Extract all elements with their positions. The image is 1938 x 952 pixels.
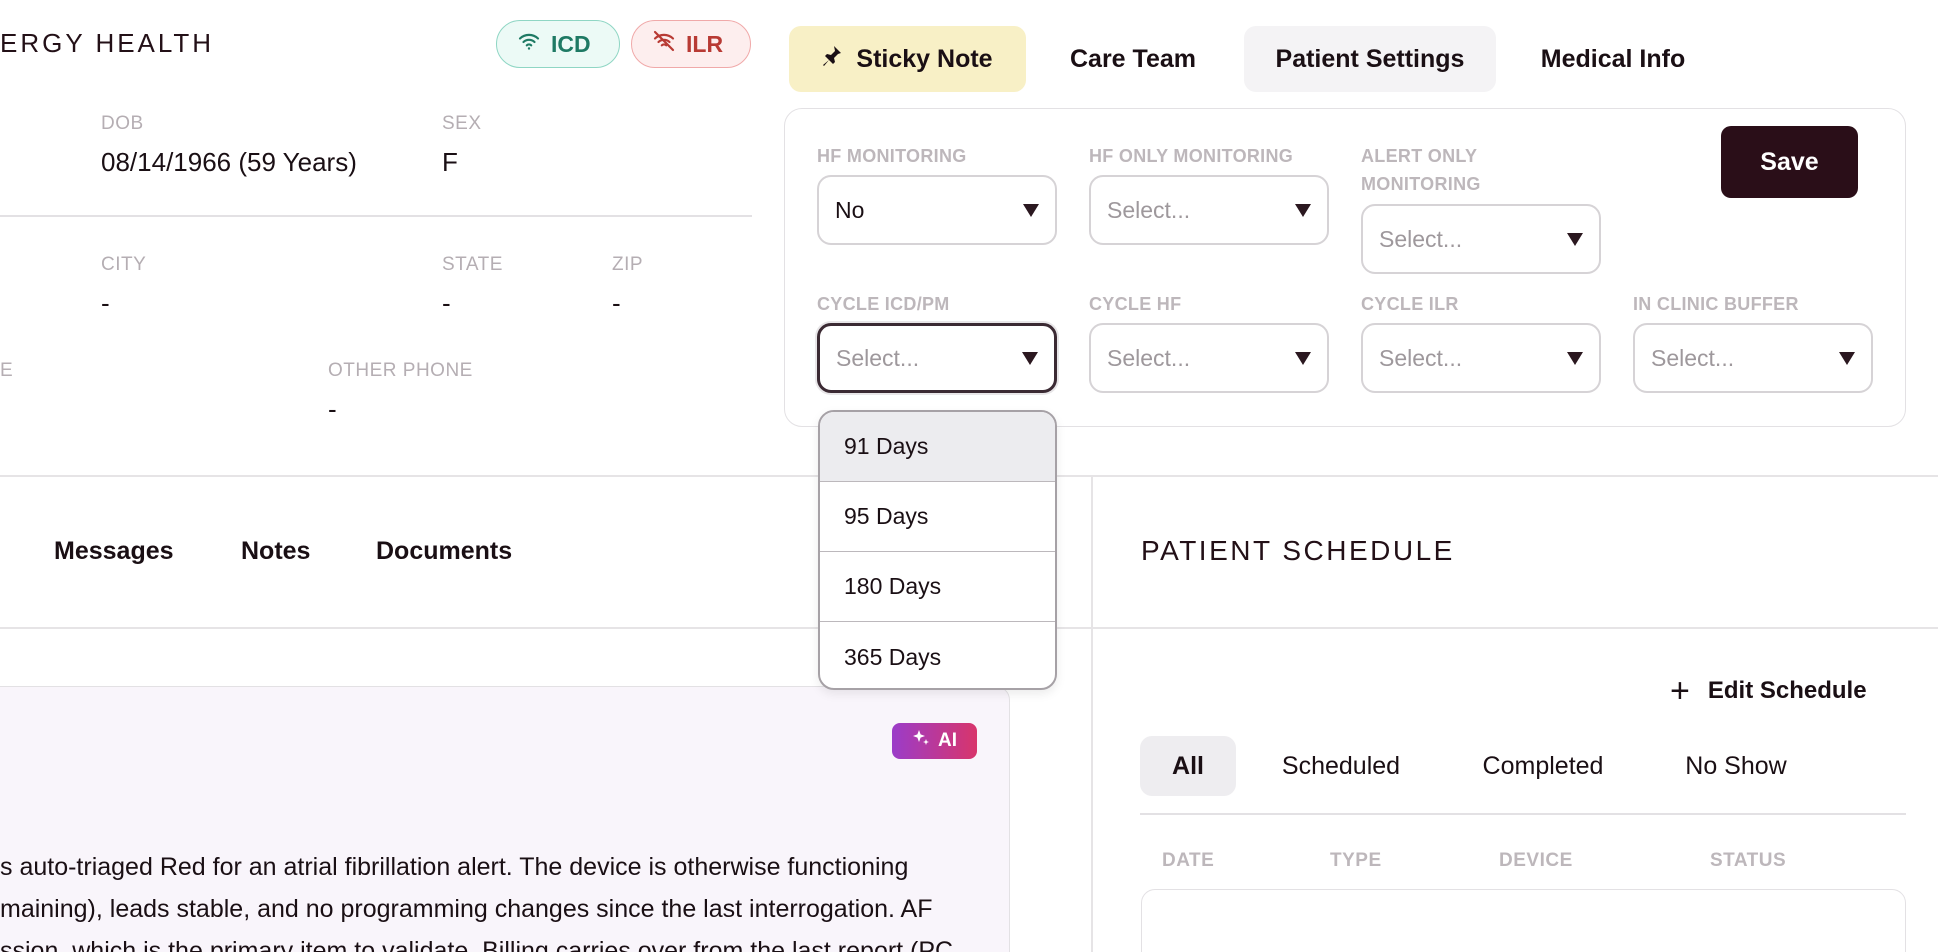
caret-down-icon [1295, 351, 1311, 365]
caret-down-icon [1023, 203, 1039, 217]
pin-icon [822, 45, 842, 74]
in-clinic-buffer-placeholder: Select... [1651, 344, 1735, 371]
alert-only-monitoring-label-line2: MONITORING [1361, 174, 1481, 194]
other-phone-value: - [328, 394, 337, 424]
column-divider [1091, 476, 1093, 952]
dropdown-option-180-days[interactable]: 180 Days [820, 552, 1055, 622]
in-clinic-buffer-label: IN CLINIC BUFFER [1633, 294, 1799, 314]
tab-documents[interactable]: Documents [376, 537, 512, 566]
cycle-ilr-placeholder: Select... [1379, 344, 1463, 371]
dob-value: 08/14/1966 (59 Years) [101, 147, 357, 177]
tab-notes[interactable]: Notes [241, 537, 310, 566]
schedule-table [1141, 889, 1906, 952]
zip-value: - [612, 288, 621, 318]
ai-summary-text: s auto-triaged Red for an atrial fibrill… [0, 846, 990, 952]
filter-scheduled[interactable]: Scheduled [1262, 736, 1420, 796]
column-header-status[interactable]: STATUS [1710, 850, 1786, 872]
summary-line: maining), leads stable, and no programmi… [0, 895, 933, 923]
patient-schedule-title: PATIENT SCHEDULE [1141, 535, 1455, 566]
column-header-type[interactable]: TYPE [1330, 850, 1382, 872]
hf-monitoring-select[interactable]: No [817, 175, 1057, 245]
cycle-icd-pm-dropdown: 91 Days 95 Days 180 Days 365 Days [818, 410, 1057, 690]
demographics-divider [0, 215, 752, 217]
cycle-hf-label: CYCLE HF [1089, 294, 1182, 314]
city-label: CITY [101, 254, 147, 275]
tab-sticky-note[interactable]: Sticky Note [789, 26, 1026, 92]
cycle-icd-pm-placeholder: Select... [836, 344, 920, 371]
alert-only-monitoring-placeholder: Select... [1379, 225, 1463, 252]
summary-line: s auto-triaged Red for an atrial fibrill… [0, 853, 909, 881]
schedule-header-divider [1093, 627, 1938, 629]
other-phone-label: OTHER PHONE [328, 360, 473, 381]
column-header-device[interactable]: DEVICE [1499, 850, 1573, 872]
tab-sticky-note-label: Sticky Note [856, 44, 993, 73]
city-value: - [101, 288, 110, 318]
tab-messages[interactable]: Messages [54, 537, 174, 566]
cycle-hf-placeholder: Select... [1107, 344, 1191, 371]
dropdown-option-91-days[interactable]: 91 Days [820, 412, 1055, 482]
caret-down-icon [1295, 203, 1311, 217]
ilr-badge[interactable]: ILR [631, 20, 751, 68]
icd-badge[interactable]: ICD [496, 20, 620, 68]
tab-care-team[interactable]: Care Team [1048, 26, 1218, 92]
hf-monitoring-label: HF MONITORING [817, 146, 967, 166]
column-header-date[interactable]: DATE [1162, 850, 1214, 872]
cycle-ilr-label: CYCLE ILR [1361, 294, 1459, 314]
state-value: - [442, 288, 451, 318]
cycle-icd-pm-select[interactable]: Select... [817, 323, 1057, 393]
hf-monitoring-value: No [835, 196, 865, 223]
sparkle-icon [912, 729, 930, 753]
save-button[interactable]: Save [1721, 126, 1858, 198]
phone-label: E [0, 360, 14, 381]
caret-down-icon [1839, 351, 1855, 365]
ai-badge-label: AI [938, 730, 957, 751]
alert-only-monitoring-label: ALERT ONLY MONITORING [1361, 142, 1481, 198]
caret-down-icon [1022, 351, 1038, 365]
cycle-ilr-select[interactable]: Select... [1361, 323, 1601, 393]
sex-value: F [442, 147, 458, 177]
dropdown-option-95-days[interactable]: 95 Days [820, 482, 1055, 552]
hf-only-monitoring-placeholder: Select... [1107, 196, 1191, 223]
filter-no-show[interactable]: No Show [1670, 736, 1802, 796]
filter-completed[interactable]: Completed [1462, 736, 1624, 796]
dropdown-option-365-days[interactable]: 365 Days [820, 622, 1055, 688]
state-label: STATE [442, 254, 503, 275]
hf-only-monitoring-select[interactable]: Select... [1089, 175, 1329, 245]
tab-medical-info[interactable]: Medical Info [1518, 26, 1708, 92]
ai-badge[interactable]: AI [892, 723, 977, 759]
plus-icon: + [1670, 672, 1690, 710]
sex-label: SEX [442, 113, 482, 134]
hf-only-monitoring-label: HF ONLY MONITORING [1089, 146, 1294, 166]
icd-badge-label: ICD [551, 30, 591, 57]
filter-divider [1140, 813, 1906, 815]
caret-down-icon [1567, 232, 1583, 246]
wifi-off-icon [652, 29, 676, 59]
summary-line: ssion, which is the primary item to vali… [0, 937, 954, 952]
caret-down-icon [1567, 351, 1583, 365]
wifi-icon [517, 29, 541, 59]
in-clinic-buffer-select[interactable]: Select... [1633, 323, 1873, 393]
filter-all[interactable]: All [1140, 736, 1236, 796]
alert-only-monitoring-select[interactable]: Select... [1361, 204, 1601, 274]
cycle-hf-select[interactable]: Select... [1089, 323, 1329, 393]
edit-schedule-button[interactable]: + Edit Schedule [1670, 674, 1867, 708]
tab-patient-settings[interactable]: Patient Settings [1244, 26, 1496, 92]
organization-title: ERGY HEALTH [0, 28, 215, 58]
dob-label: DOB [101, 113, 144, 134]
zip-label: ZIP [612, 254, 644, 275]
ilr-badge-label: ILR [686, 30, 724, 57]
cycle-icd-pm-label: CYCLE ICD/PM [817, 294, 950, 314]
edit-schedule-label: Edit Schedule [1707, 677, 1867, 704]
alert-only-monitoring-label-line1: ALERT ONLY [1361, 146, 1478, 166]
